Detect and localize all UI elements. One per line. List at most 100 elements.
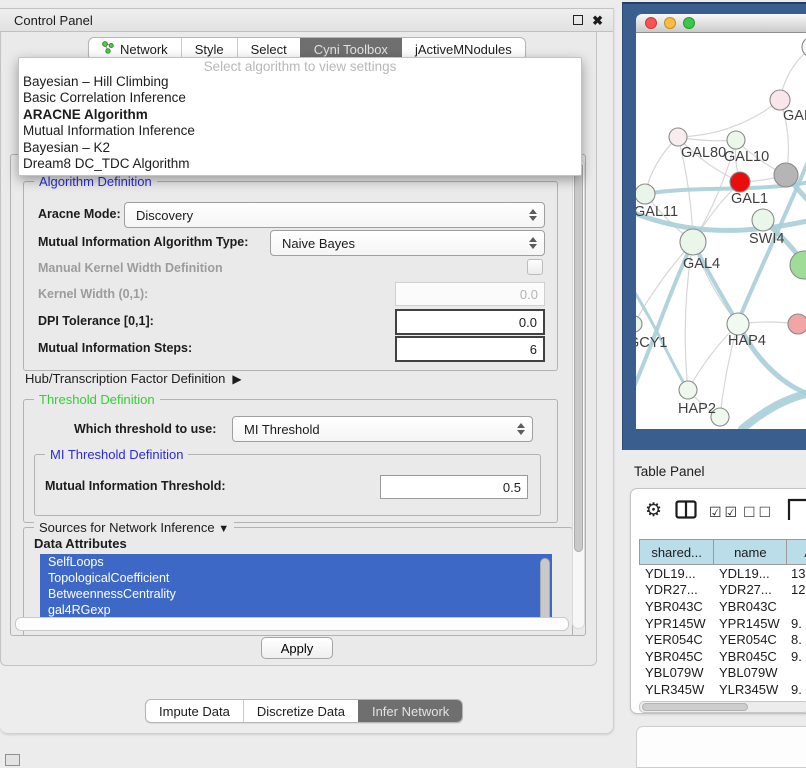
node-label-hap4: HAP4 <box>728 333 766 349</box>
dropdown-item-basic-correlation-inference[interactable]: Basic Correlation Inference <box>19 90 581 106</box>
mac-minimize-button[interactable] <box>664 17 676 29</box>
network-edge-highlight <box>742 391 806 429</box>
table-row[interactable]: YBR043CYBR043C <box>639 598 806 615</box>
dropdown-item-aracne-algorithm[interactable]: ARACNE Algorithm <box>19 107 581 123</box>
table-row[interactable]: YLR345WYLR345W9. <box>639 681 806 698</box>
table-row[interactable]: YDR27...YDR27...12 <box>639 582 806 599</box>
attribute-item-topologicalcoefficient[interactable]: TopologicalCoefficient <box>40 570 552 586</box>
network-node-gal11[interactable] <box>636 184 655 204</box>
close-icon[interactable]: ✖ <box>592 14 603 27</box>
table-cell: YDR27... <box>639 582 713 597</box>
attributes-list-scrollbar[interactable] <box>540 558 550 624</box>
network-node-hap4[interactable] <box>727 313 749 335</box>
table-cell: YBR043C <box>639 599 713 614</box>
table-body: YDL19...YDL19...13YDR27...YDR27...12YBR0… <box>639 565 806 699</box>
tab-label: Impute Data <box>159 704 230 719</box>
table-cell: 9. <box>787 616 806 631</box>
dropdown-item-mutual-information-inference[interactable]: Mutual Information Inference <box>19 123 581 139</box>
attribute-item-betweennesscentrality[interactable]: BetweennessCentrality <box>40 586 552 602</box>
network-node-swi4[interactable] <box>752 209 774 231</box>
mi-type-value: Naive Bayes <box>282 236 355 251</box>
mode-tab-discretize-data[interactable]: Discretize Data <box>243 700 358 722</box>
network-canvas[interactable]: GALGAL80GAL10GAL1GAL11SWI4GAL4GCY1HAP4YH… <box>636 33 806 429</box>
algorithm-definition-group: Algorithm Definition Aracne Mode: Discov… <box>23 181 558 371</box>
manual-kernel-checkbox[interactable] <box>527 259 543 275</box>
attribute-item-gal4rgexp[interactable]: gal4RGexp <box>40 602 552 618</box>
settings-vertical-scrollbar[interactable] <box>572 159 585 629</box>
node-label-gal11: GAL11 <box>636 204 678 220</box>
settings-vertical-scrollbar-thumb[interactable] <box>574 162 583 552</box>
combo-stepper-icon <box>529 237 540 249</box>
table-cell: YBR045C <box>713 649 787 664</box>
aracne-mode-label: Aracne Mode: <box>38 207 121 221</box>
mi-steps-label: Mutual Information Steps: <box>38 341 192 355</box>
threshold-definition-group: Threshold Definition Which threshold to … <box>23 399 558 523</box>
tab-label: Select <box>251 42 287 57</box>
network-node-gal[interactable] <box>770 90 790 110</box>
attribute-item-selfloops[interactable]: SelfLoops <box>40 554 552 570</box>
node-label-gal1: GAL1 <box>731 191 768 207</box>
tab-label: Cyni Toolbox <box>314 42 388 57</box>
network-node-node-b[interactable] <box>774 163 798 187</box>
node-label-hap2: HAP2 <box>678 401 716 417</box>
collapse-arrow-icon[interactable]: ▼ <box>218 523 229 535</box>
apply-button[interactable]: Apply <box>261 637 333 659</box>
manual-kernel-label: Manual Kernel Width Definition <box>38 261 223 275</box>
hub-definition-label: Hub/Transcription Factor Definition <box>25 371 225 386</box>
network-node-gal80[interactable] <box>669 128 687 146</box>
mi-type-select[interactable]: Naive Bayes <box>270 230 545 256</box>
network-node-gal10[interactable] <box>727 131 745 149</box>
mode-tab-impute-data[interactable]: Impute Data <box>146 700 243 722</box>
column-header-name[interactable]: name <box>713 540 786 564</box>
settings-horizontal-scrollbar[interactable] <box>15 617 569 631</box>
network-node-gcy1[interactable] <box>636 316 642 332</box>
table-row[interactable]: YDL19...YDL19...13 <box>639 565 806 582</box>
network-node-node-c[interactable] <box>790 251 806 279</box>
table-cell: YBL079W <box>639 665 713 680</box>
dropdown-item-bayesian-k2[interactable]: Bayesian – K2 <box>19 140 581 156</box>
network-node-gal4[interactable] <box>680 229 706 255</box>
table-row[interactable]: YPR145WYPR145W9. <box>639 615 806 632</box>
network-edge-highlight <box>693 242 738 324</box>
which-threshold-select[interactable]: MI Threshold <box>232 416 533 442</box>
table-row[interactable]: YIL052CYIL052C8 <box>639 698 806 699</box>
network-glyph-icon <box>102 41 114 57</box>
aracne-mode-select[interactable]: Discovery <box>124 202 545 228</box>
column-header-shared[interactable]: shared... <box>640 540 713 564</box>
combo-stepper-icon <box>529 209 540 221</box>
table-cell: YPR145W <box>639 616 713 631</box>
table-settings-gear-icon[interactable]: ⚙ <box>645 499 662 522</box>
hub-definition-expander[interactable]: Hub/Transcription Factor Definition ▶ <box>25 371 242 386</box>
column-header-a[interactable]: A <box>786 540 806 564</box>
float-window-icon[interactable] <box>573 15 583 25</box>
table-row[interactable]: YBR045CYBR045C9. <box>639 648 806 665</box>
table-cell: YLR345W <box>713 682 787 697</box>
network-node-node-d[interactable] <box>788 314 806 334</box>
table-row[interactable]: YER054CYER054C8. <box>639 631 806 648</box>
mode-tab-infer-network[interactable]: Infer Network <box>358 700 462 722</box>
document-icon[interactable] <box>787 498 806 525</box>
split-columns-icon[interactable] <box>675 500 697 524</box>
network-graph: GALGAL80GAL10GAL1GAL11SWI4GAL4GCY1HAP4YH… <box>636 33 806 429</box>
select-all-icon[interactable]: ☑☑ <box>709 504 740 521</box>
table-cell: YER054C <box>713 632 787 647</box>
dropdown-item-dream8-dc-tdc-algorithm[interactable]: Dream8 DC_TDC Algorithm <box>19 156 581 172</box>
control-panel-titlebar: Control Panel ✖ <box>0 9 613 32</box>
table-horizontal-scrollbar-thumb[interactable] <box>642 703 748 711</box>
network-node-hap2[interactable] <box>679 381 697 399</box>
table-horizontal-scrollbar[interactable] <box>639 701 806 713</box>
mi-threshold-field[interactable]: 0.5 <box>380 475 528 499</box>
mac-zoom-button[interactable] <box>683 17 695 29</box>
deselect-all-icon[interactable]: ☐☐ <box>743 504 774 521</box>
expander-arrow-icon: ▶ <box>232 372 241 386</box>
mac-close-button[interactable] <box>645 17 657 29</box>
titlebar-icons: ✖ <box>573 14 603 27</box>
dropdown-item-bayesian-hill-climbing[interactable]: Bayesian – Hill Climbing <box>19 74 581 90</box>
dock-toggle-icon[interactable] <box>5 754 20 766</box>
network-node-gal1[interactable] <box>730 172 750 192</box>
table-row[interactable]: YBL079WYBL079W <box>639 665 806 682</box>
tab-label: Network <box>120 42 168 57</box>
dpi-tolerance-field[interactable]: 0.0 <box>395 309 545 335</box>
mi-steps-field[interactable]: 6 <box>395 336 545 362</box>
table-panel: ⚙ ☑☑ ☐☐ shared...nameA YDL19...YDL19...1… <box>630 488 806 714</box>
